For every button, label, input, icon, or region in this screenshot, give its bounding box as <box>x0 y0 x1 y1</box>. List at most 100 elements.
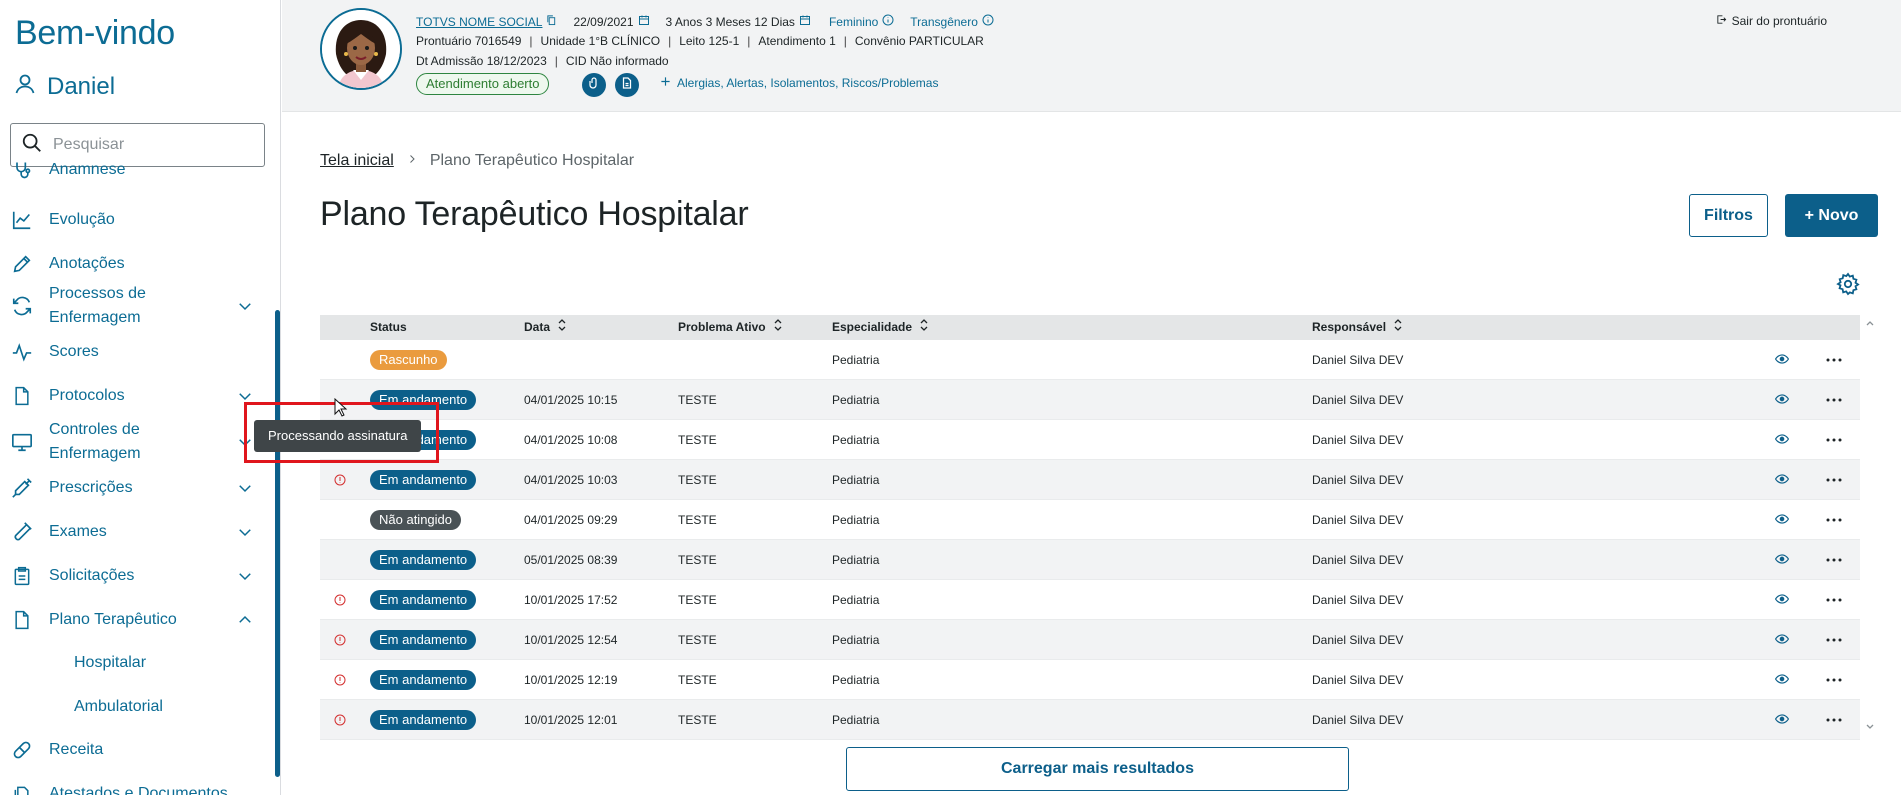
sort-icon[interactable] <box>1394 315 1402 340</box>
eye-icon[interactable] <box>1774 393 1790 408</box>
eye-icon[interactable] <box>1774 713 1790 728</box>
sidebar-item-prescricoes[interactable]: Prescrições <box>0 476 272 500</box>
more-options-icon[interactable] <box>1825 432 1843 451</box>
gear-icon[interactable] <box>1836 272 1860 296</box>
sidebar-subitem-hospitalar[interactable]: Hospitalar <box>74 654 146 672</box>
alerts-link[interactable]: Alergias, Alertas, Isolamentos, Riscos/P… <box>660 76 938 90</box>
eye-icon[interactable] <box>1774 433 1790 448</box>
more-options-icon[interactable] <box>1825 472 1843 491</box>
chevron-down-icon[interactable] <box>235 522 255 542</box>
more-options-icon[interactable] <box>1825 392 1843 411</box>
sort-icon[interactable] <box>774 315 782 340</box>
sidebar-item-label: Prescrições <box>49 479 133 496</box>
status-badge: Rascunho <box>370 350 447 370</box>
more-options-icon[interactable] <box>1825 552 1843 571</box>
more-options-icon[interactable] <box>1825 352 1843 371</box>
search-icon <box>21 132 43 159</box>
eye-icon[interactable] <box>1774 473 1790 488</box>
sidebar-item-protocolos[interactable]: Protocolos <box>0 384 272 408</box>
sidebar-item-receita[interactable]: Receita <box>0 738 272 762</box>
eye-icon[interactable] <box>1774 673 1790 688</box>
documents-button[interactable] <box>615 73 639 97</box>
sidebar-item-plano-terapeutico[interactable]: Plano Terapêutico <box>0 608 272 632</box>
sort-icon[interactable] <box>558 315 566 340</box>
sidebar-item-anotacoes[interactable]: Anotações <box>0 252 272 276</box>
breadcrumb-home[interactable]: Tela inicial <box>320 152 394 170</box>
patient-social-name[interactable]: TOTVS NOME SOCIAL <box>416 15 542 29</box>
eye-icon[interactable] <box>1774 513 1790 528</box>
welcome-title: Bem-vindo <box>15 14 175 52</box>
cell-problema: TESTE <box>678 713 717 727</box>
cell-especialidade: Pediatria <box>832 353 880 367</box>
document-icon <box>11 609 33 631</box>
header-responsavel[interactable]: Responsável <box>1312 315 1402 340</box>
warning-icon[interactable] <box>334 714 346 726</box>
calendar-icon <box>638 14 650 29</box>
eye-icon[interactable] <box>1774 593 1790 608</box>
table-row[interactable]: Rascunho Pediatria Daniel Silva DEV <box>320 340 1860 380</box>
more-options-icon[interactable] <box>1825 592 1843 611</box>
sidebar-item-anamnese[interactable]: Anamnese <box>0 158 272 182</box>
cell-especialidade: Pediatria <box>832 513 880 527</box>
chevron-down-icon[interactable] <box>235 566 255 586</box>
table-row[interactable]: Em andamento 10/01/2025 17:52 TESTE Pediatr… <box>320 580 1860 620</box>
table-row[interactable]: Em andamento 10/01/2025 12:54 TESTE Pediatr… <box>320 620 1860 660</box>
logout-link[interactable]: Sair do prontuário <box>1716 14 1827 28</box>
sidebar-item-controles-enfermagem[interactable]: Controles de Enfermagem <box>0 418 272 466</box>
table-scrollbar[interactable] <box>1862 315 1878 735</box>
sidebar-item-scores[interactable]: Scores <box>0 340 272 364</box>
info-icon[interactable] <box>982 14 994 29</box>
header-data[interactable]: Data <box>524 315 566 340</box>
table-row[interactable]: Não atingido 04/01/2025 09:29 TESTE Pediatr… <box>320 500 1860 540</box>
sidebar-item-evolucao[interactable]: Evolução <box>0 208 272 232</box>
table-row[interactable]: Em andamento 04/01/2025 10:15 TESTE Pediatr… <box>320 380 1860 420</box>
eye-icon[interactable] <box>1774 353 1790 368</box>
stethoscope-icon <box>11 159 33 181</box>
monitor-icon <box>11 431 33 453</box>
table-row[interactable]: Em andamento 10/01/2025 12:01 TESTE Pediatr… <box>320 700 1860 740</box>
sidebar-scrollbar[interactable] <box>275 310 280 777</box>
chevron-down-icon[interactable] <box>235 478 255 498</box>
search-input[interactable] <box>53 136 253 154</box>
info-icon[interactable] <box>882 14 894 29</box>
filters-button[interactable]: Filtros <box>1689 194 1768 237</box>
table-row[interactable]: Em andamento 04/01/2025 10:03 TESTE Pediatr… <box>320 460 1860 500</box>
eye-icon[interactable] <box>1774 553 1790 568</box>
warning-icon[interactable] <box>334 674 346 686</box>
eye-icon[interactable] <box>1774 633 1790 648</box>
sort-icon[interactable] <box>920 315 928 340</box>
patient-avatar <box>320 8 402 90</box>
more-options-icon[interactable] <box>1825 632 1843 651</box>
warning-icon[interactable] <box>334 634 346 646</box>
chevron-right-icon <box>406 152 418 170</box>
warning-icon[interactable] <box>334 594 346 606</box>
table-row[interactable]: Em andamento 05/01/2025 08:39 TESTE Pediatr… <box>320 540 1860 580</box>
table-row[interactable]: Em andamento 10/01/2025 12:19 TESTE Pediatr… <box>320 660 1860 700</box>
cell-problema: TESTE <box>678 393 717 407</box>
more-options-icon[interactable] <box>1825 712 1843 731</box>
sidebar-item-solicitacoes[interactable]: Solicitações <box>0 564 272 588</box>
chevron-down-icon[interactable] <box>235 296 255 316</box>
pill-icon <box>11 739 33 761</box>
cell-responsavel: Daniel Silva DEV <box>1312 633 1404 647</box>
sidebar-item-exames[interactable]: Exames <box>0 520 272 544</box>
sidebar-item-processos-enfermagem[interactable]: Processos de Enfermagem <box>0 282 272 330</box>
copy-icon[interactable] <box>546 14 557 29</box>
more-options-icon[interactable] <box>1825 672 1843 691</box>
warning-icon[interactable] <box>334 474 346 486</box>
sidebar-item-atestados[interactable]: Atestados e Documentos <box>0 782 272 795</box>
alerts-label: Alergias, Alertas, Isolamentos, Riscos/P… <box>677 76 939 90</box>
clip-button[interactable] <box>582 73 606 97</box>
cell-especialidade: Pediatria <box>832 553 880 567</box>
new-button[interactable]: + Novo <box>1785 194 1878 237</box>
sidebar-subitem-ambulatorial[interactable]: Ambulatorial <box>74 698 163 716</box>
more-options-icon[interactable] <box>1825 512 1843 531</box>
sidebar-item-label: Anamnese <box>49 161 126 178</box>
patient-prontuario: Prontuário 7016549 <box>416 34 522 48</box>
header-problema[interactable]: Problema Ativo <box>678 315 782 340</box>
header-especialidade[interactable]: Especialidade <box>832 315 928 340</box>
chevron-up-icon[interactable] <box>235 610 255 630</box>
load-more-button[interactable]: Carregar mais resultados <box>846 747 1349 791</box>
table-row[interactable]: Em andamento 04/01/2025 10:08 TESTE Pediatr… <box>320 420 1860 460</box>
patient-gender: Feminino <box>828 14 879 29</box>
